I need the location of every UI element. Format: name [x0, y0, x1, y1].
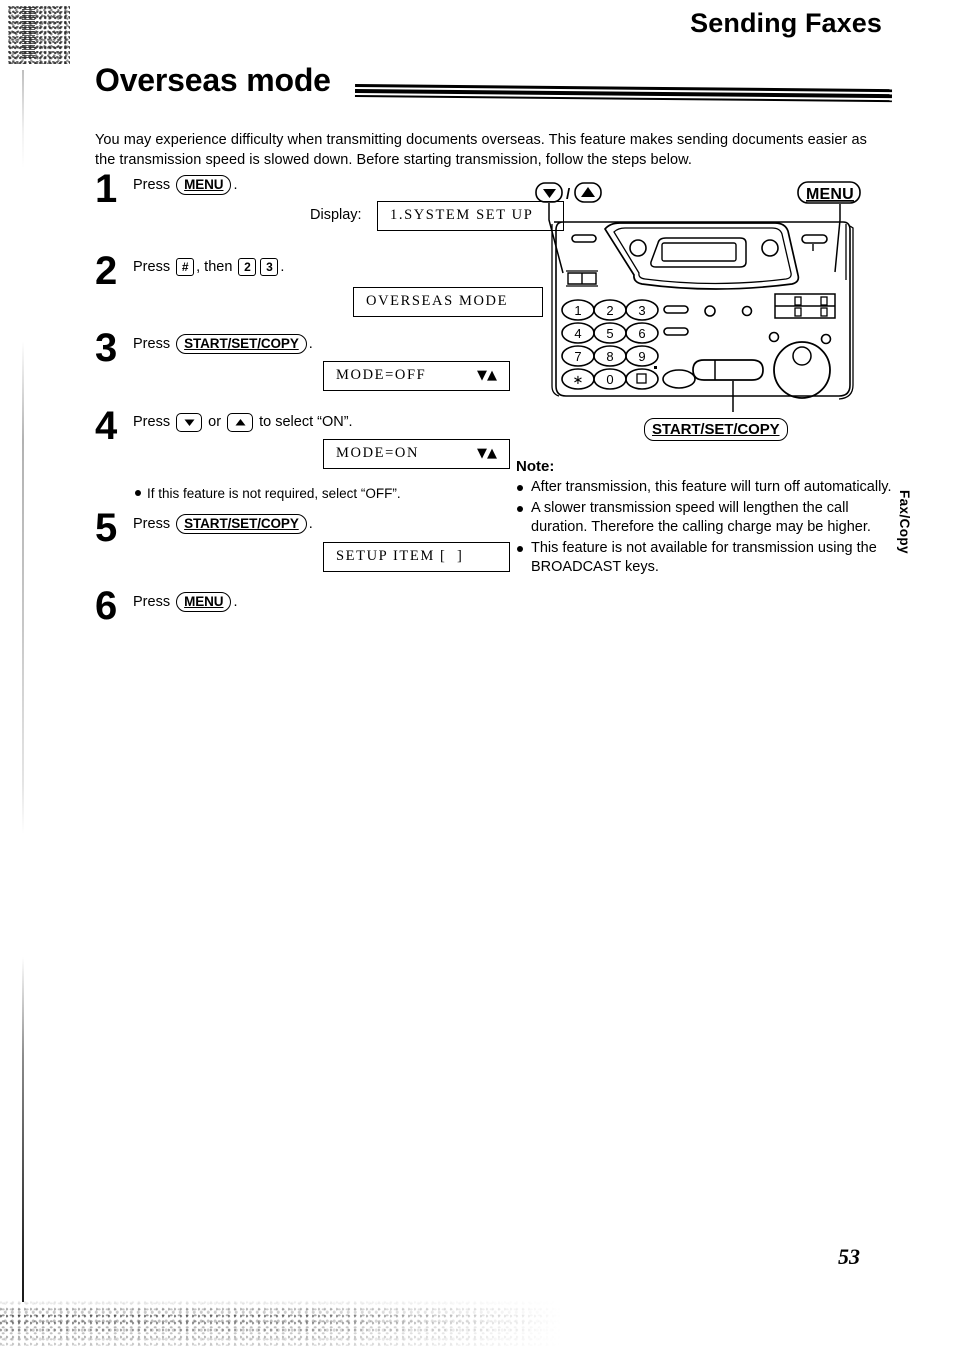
lcd-arrows: ▼▲ [477, 446, 497, 461]
up-arrow-key[interactable] [227, 412, 254, 432]
page-title: Overseas mode [95, 62, 331, 98]
start-set-copy-key[interactable]: START/SET/COPY [176, 514, 307, 534]
lcd-arrows: ▼▲ [477, 368, 497, 383]
lcd-text: OVERSEAS MODE [366, 293, 509, 309]
bullet-icon [135, 490, 141, 496]
press-label: Press [133, 177, 171, 193]
step-instruction: Press MENU . [133, 592, 515, 612]
digit-key-3[interactable]: 3 [260, 258, 279, 276]
svg-text:8: 8 [606, 349, 613, 364]
press-label: Press [133, 414, 171, 430]
fax-machine-illustration: / MENU 123 456 789 ∗ 0 [535, 181, 861, 412]
period: . [308, 336, 313, 352]
down-arrow-key[interactable] [176, 412, 203, 432]
title-rule [354, 84, 893, 105]
press-label: Press [133, 594, 171, 610]
svg-text:0: 0 [606, 372, 613, 387]
step-2: 2 Press # , then 2 3 . OVERSEAS MODE [95, 251, 543, 334]
step-instruction: Press MENU . [133, 175, 515, 195]
step-number: 6 [95, 584, 118, 628]
svg-text:6: 6 [638, 326, 645, 341]
period: . [233, 177, 238, 193]
fax-machine-diagram: / MENU 123 456 789 ∗ 0 START/SET/COPY [530, 180, 880, 445]
page-number: 53 [838, 1244, 860, 1269]
step-number: 3 [95, 326, 118, 370]
steps-list: 1 Press MENU . Display: 1.SYSTEM SET UP … [95, 169, 564, 632]
step-3: 3 Press START/SET/COPY . MODE=OFF ▼▲ [95, 328, 515, 412]
step-4-note: If this feature is not required, select … [135, 484, 515, 503]
press-label: Press [133, 516, 171, 532]
lcd-text: MODE=ON [336, 445, 420, 461]
lcd-display-3: MODE=OFF ▼▲ [323, 361, 510, 391]
down-arrow-icon [543, 189, 556, 198]
note-item: This feature is not available for transm… [516, 539, 906, 578]
digit-key-2[interactable]: 2 [238, 258, 257, 276]
step-instruction: Press START/SET/COPY . [133, 334, 515, 354]
step-4: 4 Press or to select “ON”. MODE=ON ▼▲ If… [95, 406, 515, 514]
lcd-display-4: MODE=ON ▼▲ [323, 439, 510, 469]
menu-key[interactable]: MENU [176, 592, 232, 612]
up-arrow-icon [581, 187, 595, 197]
step-5: 5 Press START/SET/COPY . SETUP ITEM [ ] [95, 508, 515, 592]
start-set-copy-key[interactable]: START/SET/COPY [176, 334, 307, 354]
svg-text:3: 3 [638, 303, 645, 318]
note-item: A slower transmission speed will lengthe… [516, 499, 906, 538]
svg-text:∗: ∗ [573, 372, 584, 387]
svg-text:7: 7 [574, 349, 581, 364]
document-page: Sending Faxes Overseas mode You may expe… [0, 0, 954, 1349]
step-number: 2 [95, 249, 118, 293]
or-label: or [208, 414, 222, 430]
step-6: 6 Press MENU . [95, 586, 515, 632]
period: . [233, 594, 238, 610]
scan-artifact-top-left [8, 6, 70, 64]
lcd-text: SETUP ITEM [ ] [336, 548, 464, 564]
step-instruction: Press # , then 2 3 . [133, 257, 515, 277]
start-set-copy-callout: START/SET/COPY [642, 418, 790, 441]
scan-artifact-binding-line [22, 70, 24, 1302]
note-list: After transmission, this feature will tu… [516, 478, 906, 578]
step-instruction: Press or to select “ON”. [133, 412, 515, 432]
step-note-text: If this feature is not required, select … [147, 486, 401, 501]
svg-text:2: 2 [606, 303, 613, 318]
svg-text:5: 5 [606, 326, 613, 341]
svg-text:/: / [566, 186, 571, 203]
intro-paragraph: You may experience difficulty when trans… [95, 132, 867, 168]
start-set-copy-callout-label[interactable]: START/SET/COPY [644, 418, 788, 441]
period: . [308, 516, 313, 532]
period: . [280, 259, 285, 275]
step-1: 1 Press MENU . Display: 1.SYSTEM SET UP [95, 169, 564, 257]
menu-key[interactable]: MENU [176, 175, 232, 195]
step-instruction: Press START/SET/COPY . [133, 514, 515, 534]
svg-text:4: 4 [574, 326, 581, 341]
note-title: Note: [516, 458, 555, 475]
hash-key[interactable]: # [176, 258, 195, 276]
display-label: Display: [310, 207, 362, 223]
scan-artifact-bottom-edge [0, 1300, 560, 1346]
note-block: Note: After transmission, this feature w… [516, 458, 906, 579]
side-tab-fax-copy: Fax/Copy [897, 490, 912, 554]
step-number: 1 [95, 167, 118, 211]
press-label: Press [133, 336, 171, 352]
press-label: Press [133, 259, 171, 275]
svg-text:1: 1 [574, 303, 581, 318]
step-number: 4 [95, 404, 118, 448]
lcd-text: 1.SYSTEM SET UP [390, 207, 534, 223]
then-label: , then [196, 259, 233, 275]
select-on-label: to select “ON”. [259, 414, 353, 430]
running-head: Sending Faxes [690, 8, 882, 38]
note-item: After transmission, this feature will tu… [516, 478, 906, 498]
step-number: 5 [95, 506, 118, 550]
svg-text:9: 9 [638, 349, 645, 364]
lcd-display-2: OVERSEAS MODE [353, 287, 543, 317]
lcd-text: MODE=OFF [336, 367, 427, 383]
lcd-display-5: SETUP ITEM [ ] [323, 542, 510, 572]
